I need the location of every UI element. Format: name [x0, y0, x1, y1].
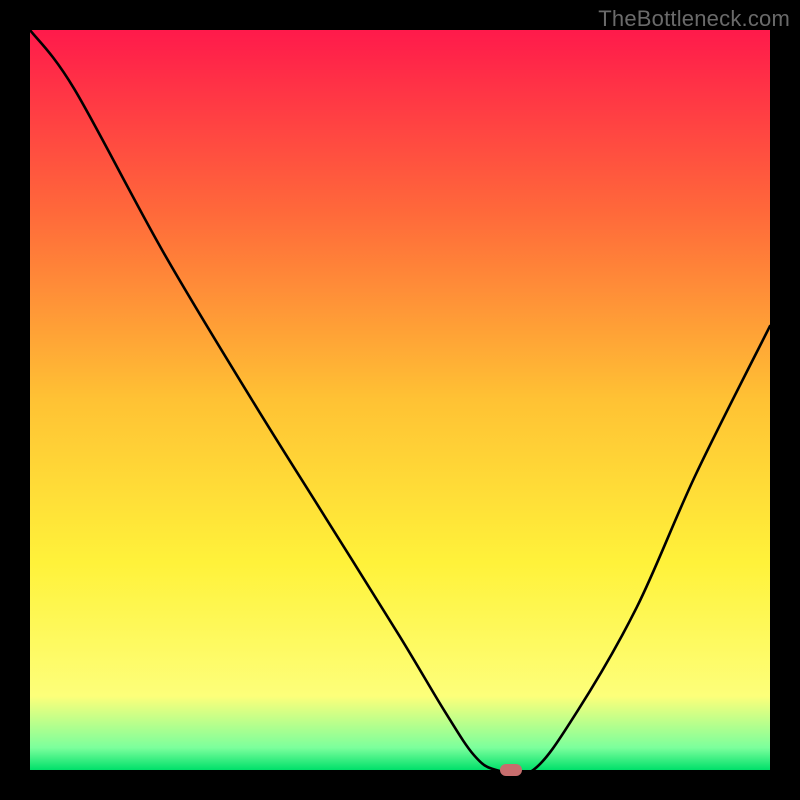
chart-container: TheBottleneck.com	[0, 0, 800, 800]
optimal-marker	[500, 764, 522, 776]
watermark-text: TheBottleneck.com	[598, 6, 790, 32]
gradient-background	[30, 30, 770, 770]
chart-svg	[30, 30, 770, 770]
plot-area	[30, 30, 770, 770]
